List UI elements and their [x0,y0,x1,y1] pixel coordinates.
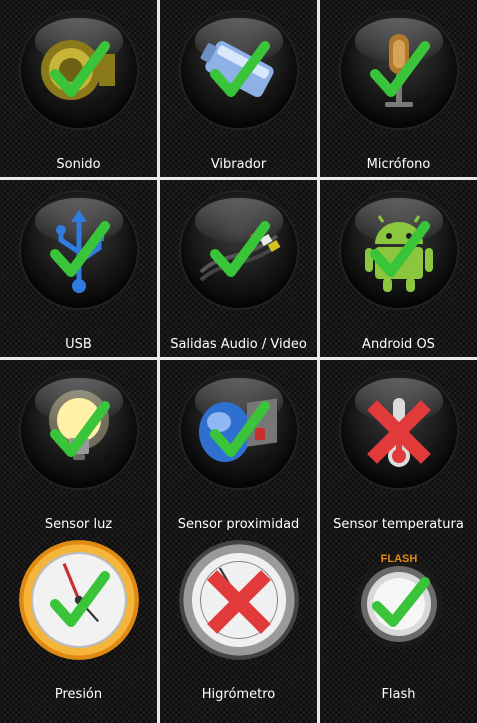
tile-android-os[interactable]: Android OS [320,180,477,357]
check-mark-icon [370,41,430,97]
check-mark-icon [50,401,110,457]
tile-flash[interactable]: FLASH Flash [320,530,477,707]
tile-vibrador[interactable]: Vibrador [160,0,317,177]
tile-sensor-proximidad[interactable]: Sensor proximidad [160,360,317,537]
tile-sonido[interactable]: Sonido [0,0,157,177]
tile-partial[interactable] [160,707,317,723]
cross-mark-icon [207,570,271,634]
tile-usb[interactable]: USB [0,180,157,357]
tile-partial[interactable] [320,707,477,723]
tile-label: Higrómetro [201,687,276,702]
tile-label: Flash [381,687,416,702]
check-mark-icon [50,221,110,277]
tile-label: Android OS [362,337,435,352]
tile-microfono[interactable]: Micrófono [320,0,477,177]
test-grid: Sonido Vibrador Micrófono USB Salidas Au… [0,0,477,723]
check-mark-icon [210,221,270,277]
check-mark-icon [210,401,270,457]
tile-higrometro[interactable]: Higrómetro [160,530,317,707]
tile-salidas-audio-video[interactable]: Salidas Audio / Video [160,180,317,357]
check-mark-icon [210,41,270,97]
cross-mark-icon [367,400,431,464]
check-mark-icon [372,577,430,627]
check-mark-icon [50,41,110,97]
tile-label: Sonido [56,157,101,172]
tile-label: Salidas Audio / Video [170,337,307,352]
tile-label: Vibrador [210,157,267,172]
tile-sensor-luz[interactable]: Sensor luz [0,360,157,537]
tile-presion[interactable]: Presión [0,530,157,707]
tile-sensor-temperatura[interactable]: Sensor temperatura [320,360,477,537]
check-mark-icon [50,571,110,627]
tile-label: Presión [54,687,103,702]
tile-label: Micrófono [366,157,431,172]
check-mark-icon [370,221,430,277]
tile-label: USB [65,337,92,352]
tile-partial[interactable] [0,707,157,723]
